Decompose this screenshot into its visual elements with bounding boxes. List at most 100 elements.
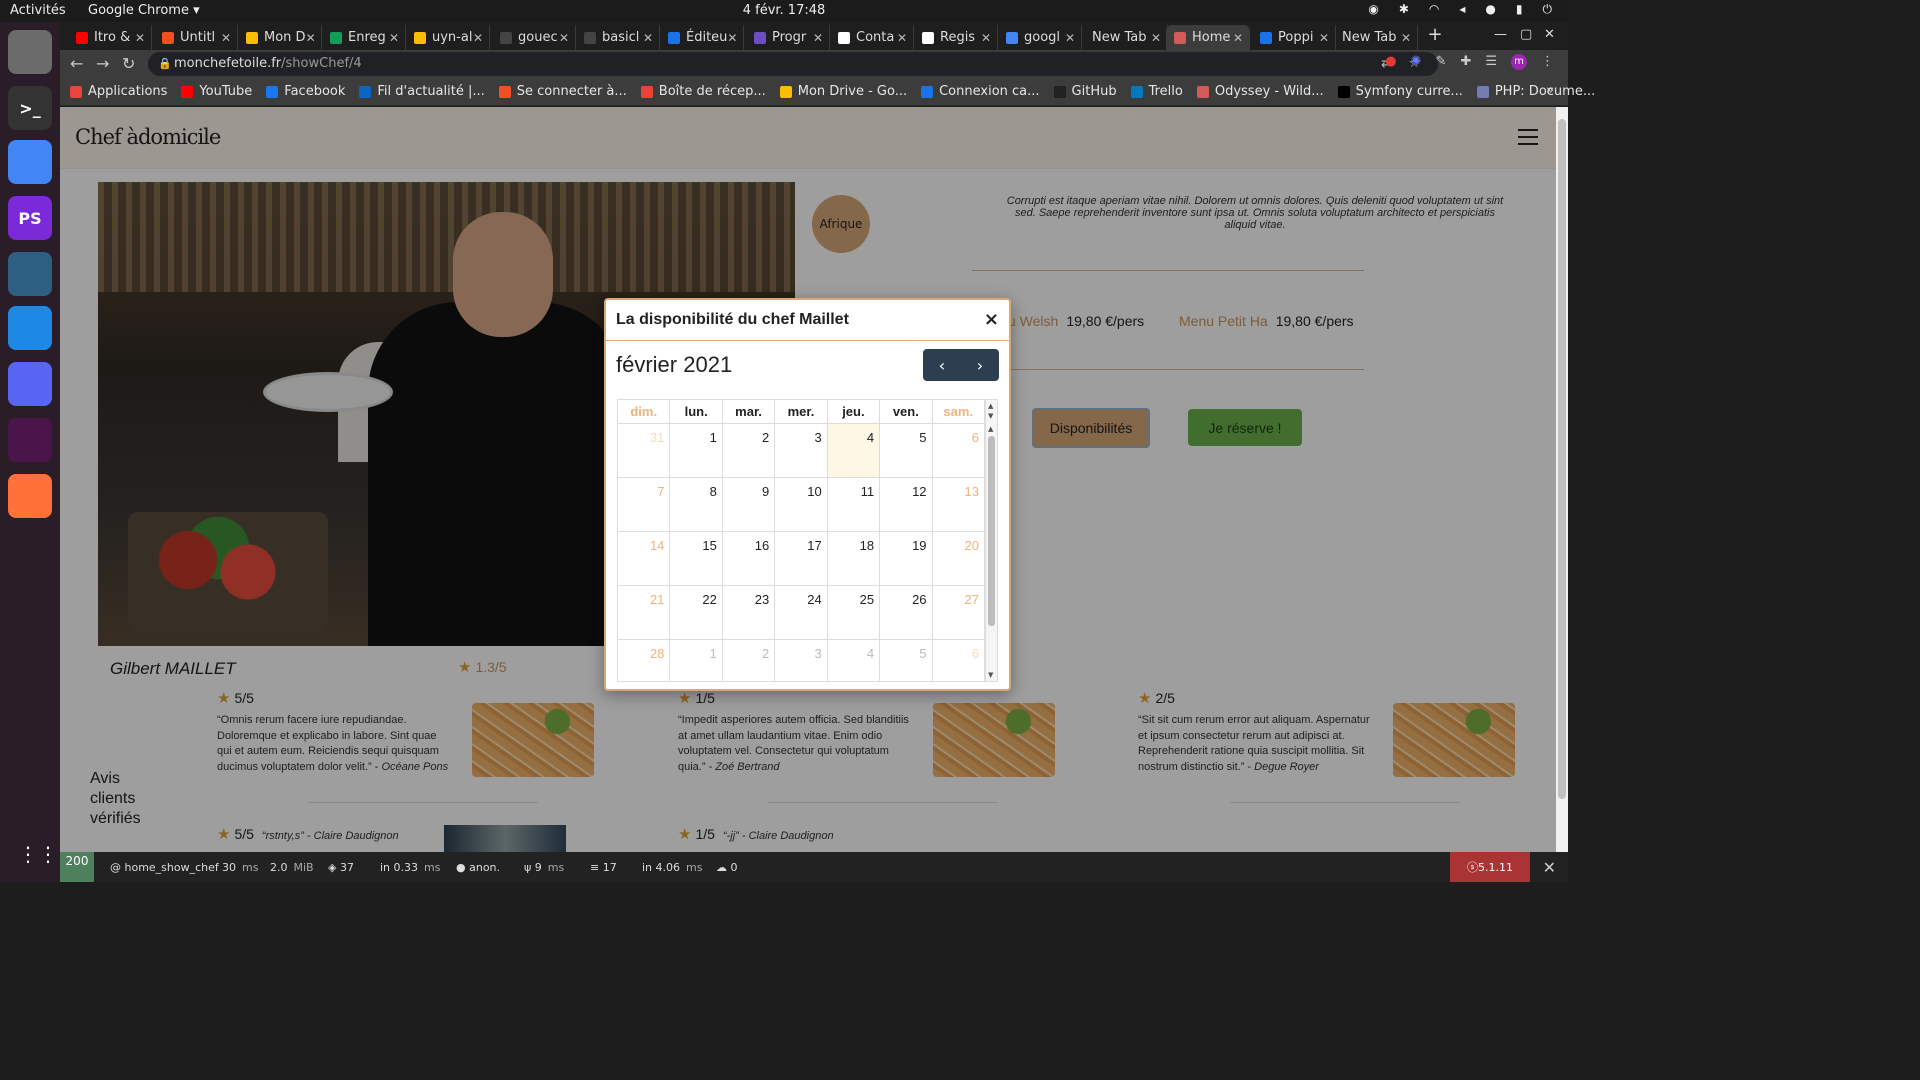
bookmark-item[interactable]: Se connecter à... <box>498 84 627 99</box>
browser-tab[interactable]: Regis ✕ <box>914 25 998 50</box>
files-icon[interactable] <box>8 30 52 74</box>
close-tab-icon[interactable]: ✕ <box>727 31 737 45</box>
calendar-day[interactable]: 19 <box>880 532 933 586</box>
close-window-icon[interactable]: ✕ <box>1544 27 1555 42</box>
db-time[interactable]: in 4.06 ms <box>642 861 702 874</box>
user-info[interactable]: ● anon. <box>456 861 500 874</box>
mysql-workbench-icon[interactable] <box>8 252 52 296</box>
volume-icon[interactable]: ◂ <box>1459 2 1465 17</box>
page-scrollbar[interactable] <box>1556 107 1568 852</box>
calendar-day[interactable]: 7 <box>618 478 671 532</box>
app-menu[interactable]: Google Chrome ▾ <box>88 3 200 18</box>
layers-time[interactable]: in 0.33 ms <box>380 861 440 874</box>
minimize-icon[interactable]: — <box>1494 27 1507 42</box>
bookmark-item[interactable]: Applications <box>70 84 167 99</box>
calendar-day[interactable]: 26 <box>880 586 933 640</box>
close-tab-icon[interactable]: ✕ <box>473 31 483 45</box>
db-queries[interactable]: ≡ 17 <box>590 861 617 874</box>
calendar-day[interactable]: 12 <box>880 478 933 532</box>
close-tab-icon[interactable]: ✕ <box>306 31 316 45</box>
browser-tab[interactable]: Poppi ✕ <box>1252 25 1336 50</box>
browser-tab[interactable]: Conta ✕ <box>830 25 914 50</box>
firefox-icon[interactable] <box>8 474 52 518</box>
system-tray[interactable]: ◉ ✱ ◠ ◂ ● ▮ ⏻ <box>1368 2 1552 17</box>
close-tab-icon[interactable]: ✕ <box>1065 31 1075 45</box>
browser-tab[interactable]: Home ✕ <box>1166 25 1250 50</box>
close-tab-icon[interactable]: ✕ <box>389 31 399 45</box>
browser-tab[interactable]: New Tab ✕ <box>1334 25 1418 50</box>
calendar-day[interactable]: 23 <box>722 586 776 640</box>
calendar-day[interactable]: 4 <box>827 424 881 478</box>
calendar-day[interactable]: 5 <box>880 640 933 681</box>
route-name[interactable]: @ home_show_chef <box>110 861 219 874</box>
close-tab-icon[interactable]: ✕ <box>897 31 907 45</box>
calendar-day[interactable]: 3 <box>775 424 828 478</box>
close-tab-icon[interactable]: ✕ <box>559 31 569 45</box>
bookmark-item[interactable]: YouTube <box>181 84 252 99</box>
calendar-day[interactable]: 1 <box>670 640 723 681</box>
calendar-day[interactable]: 17 <box>775 532 828 586</box>
chrome-icon[interactable] <box>8 140 52 184</box>
events-count[interactable]: ψ 9 ms <box>524 861 564 874</box>
calendar-day[interactable]: 18 <box>827 532 881 586</box>
request-time[interactable]: 30 ms <box>222 861 258 874</box>
symfony-version[interactable]: ⓢ 5.1.11 <box>1450 852 1530 882</box>
address-bar[interactable]: 🔒 monchefetoile.fr/showChef/4 ⇄ ☆ <box>148 52 1438 76</box>
bookmark-item[interactable]: GitHub <box>1053 84 1117 99</box>
calendar-day[interactable]: 28 <box>618 640 671 681</box>
calendar-day[interactable]: 6 <box>933 640 985 681</box>
menu-icon[interactable]: ⋮ <box>1541 54 1554 70</box>
calendar-day[interactable]: 2 <box>723 640 776 681</box>
settings-tray-icon[interactable]: ✱ <box>1399 2 1409 17</box>
memory-usage[interactable]: 2.0 MiB <box>270 861 314 874</box>
calendar-day[interactable]: 13 <box>932 478 985 532</box>
calendar-day[interactable]: 11 <box>827 478 881 532</box>
calendar-day[interactable]: 31 <box>618 424 671 478</box>
calendar-day[interactable]: 1 <box>670 424 723 478</box>
calendar-day[interactable]: 2 <box>722 424 776 478</box>
browser-tab[interactable]: uyn-al ✕ <box>406 25 490 50</box>
bookmark-item[interactable]: Facebook <box>266 84 345 99</box>
bookmark-item[interactable]: Trello <box>1130 84 1183 99</box>
extension-icon[interactable]: ● <box>1385 54 1396 70</box>
bookmark-item[interactable]: Boîte de récep... <box>640 84 766 99</box>
browser-tab[interactable]: googl ✕ <box>998 25 1082 50</box>
activities-button[interactable]: Activités <box>10 3 66 18</box>
discord-tray-icon[interactable]: ◉ <box>1368 2 1378 17</box>
calendar-day[interactable]: 25 <box>827 586 881 640</box>
browser-tab[interactable]: Enreg ✕ <box>322 25 406 50</box>
browser-tab[interactable]: Progr ✕ <box>746 25 830 50</box>
calendar-day[interactable]: 4 <box>828 640 881 681</box>
close-tab-icon[interactable]: ✕ <box>221 31 231 45</box>
chevron-right-icon[interactable]: › <box>961 349 999 381</box>
calendar-day[interactable]: 6 <box>932 424 985 478</box>
browser-tab[interactable]: Itro & ✕ <box>68 25 152 50</box>
calendar-day[interactable]: 14 <box>618 532 671 586</box>
power-icon[interactable]: ⏻ <box>1543 2 1553 17</box>
media-icon[interactable]: ☰ <box>1485 54 1497 70</box>
reload-icon[interactable]: ↻ <box>122 54 135 73</box>
discord-icon[interactable] <box>8 362 52 406</box>
chevron-left-icon[interactable]: ‹ <box>923 349 961 381</box>
close-tab-icon[interactable]: ✕ <box>135 31 145 45</box>
calendar-day[interactable]: 8 <box>670 478 723 532</box>
back-icon[interactable]: ← <box>70 54 83 73</box>
browser-tab[interactable]: New Tab ✕ <box>1084 25 1168 50</box>
extension-icon[interactable]: ✺ <box>1411 54 1422 70</box>
extension-icon[interactable]: ✎ <box>1436 54 1447 70</box>
battery-icon[interactable]: ▮ <box>1516 2 1523 17</box>
bookmark-item[interactable]: Odyssey - Wild... <box>1196 84 1324 99</box>
browser-tab[interactable]: basicl ✕ <box>576 25 660 50</box>
bookmark-item[interactable]: Mon Drive - Go... <box>779 84 907 99</box>
puzzle-icon[interactable]: ✚ <box>1460 54 1471 70</box>
bookmarks-overflow-icon[interactable]: » <box>1546 83 1554 98</box>
calendar-day[interactable]: 10 <box>775 478 828 532</box>
bookmark-item[interactable]: Fil d'actualité |... <box>359 84 485 99</box>
calendar-day[interactable]: 9 <box>722 478 776 532</box>
clock[interactable]: 4 févr. 17:48 <box>0 3 1568 18</box>
close-icon[interactable]: ✕ <box>1543 858 1556 877</box>
close-tab-icon[interactable]: ✕ <box>813 31 823 45</box>
calendar-day[interactable]: 16 <box>722 532 776 586</box>
layers-count[interactable]: ◈ 37 <box>328 861 354 874</box>
browser-tab[interactable]: Mon D ✕ <box>238 25 322 50</box>
